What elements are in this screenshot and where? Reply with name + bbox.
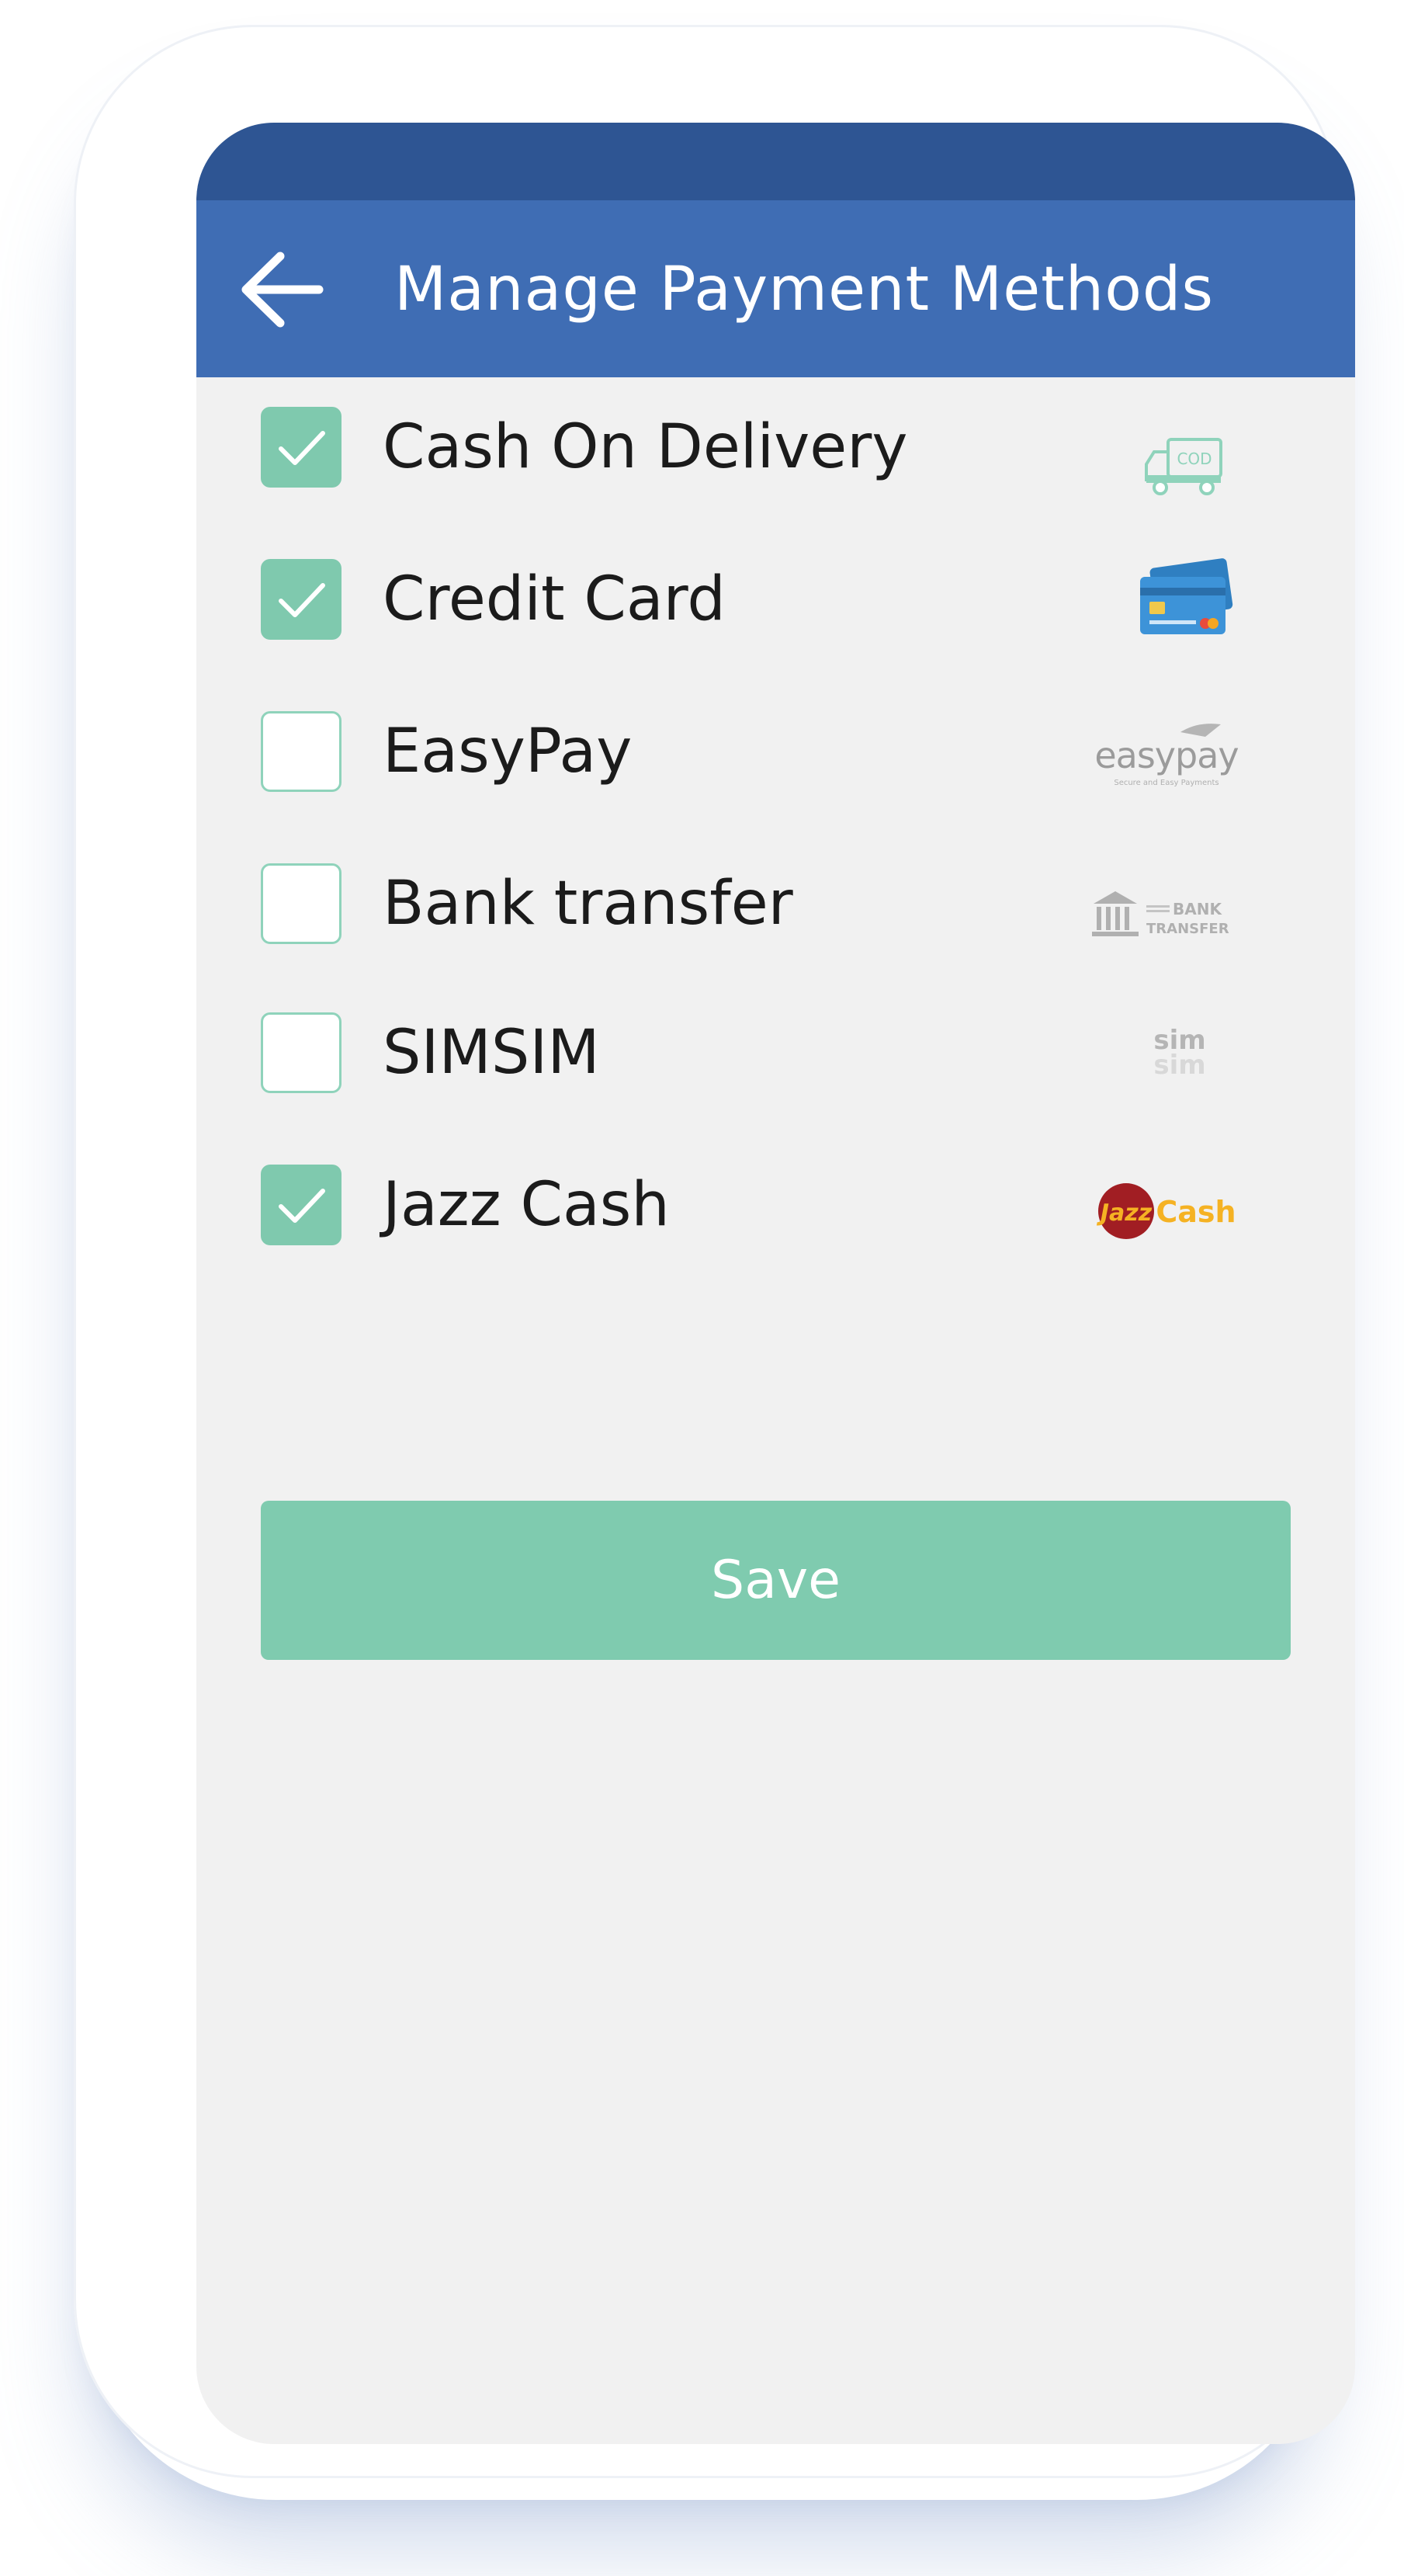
checkbox-easypay[interactable] [261, 711, 341, 792]
save-button[interactable]: Save [261, 1501, 1291, 1660]
checkmark-icon [279, 583, 325, 617]
svg-text:Cash: Cash [1156, 1195, 1236, 1229]
checkbox-simsim[interactable] [261, 1012, 341, 1093]
payment-method-row-credit-card[interactable]: Credit Card [196, 529, 1355, 661]
checkbox-jazz-cash[interactable] [261, 1165, 341, 1245]
easypay-tagline: Secure and Easy Payments [1114, 779, 1219, 787]
back-button[interactable] [235, 247, 328, 332]
payment-method-label: SIMSIM [383, 1018, 600, 1088]
payment-method-row-simsim[interactable]: SIMSIM sim sim [196, 983, 1355, 1115]
bank-text: BANK [1173, 900, 1222, 918]
payment-method-label: Bank transfer [383, 869, 793, 939]
checkbox-bank-transfer[interactable] [261, 863, 341, 944]
checkmark-icon [279, 1189, 325, 1223]
app-bar: Manage Payment Methods [196, 200, 1355, 377]
payment-method-row-jazz-cash[interactable]: Jazz Cash Jazz Cash [196, 1135, 1355, 1267]
payment-method-label: Cash On Delivery [383, 412, 908, 482]
payment-method-label: Credit Card [383, 564, 726, 634]
status-bar [196, 123, 1355, 200]
svg-text:Jazz: Jazz [1097, 1199, 1153, 1227]
simsim-logo: sim sim [1153, 1025, 1205, 1081]
simsim-text-bottom: sim [1153, 1050, 1205, 1081]
checkbox-cash-on-delivery[interactable] [261, 407, 341, 488]
credit-card-icon [1140, 558, 1233, 634]
jazzcash-logo: Jazz Cash [1097, 1183, 1236, 1239]
easypay-logo: easypay Secure and Easy Payments [1094, 724, 1239, 787]
checkmark-icon [279, 431, 325, 465]
payment-method-label: Jazz Cash [383, 1170, 670, 1240]
payment-method-row-bank-transfer[interactable]: Bank transfer BANK TRANSFER [196, 834, 1355, 966]
payment-method-row-cash-on-delivery[interactable]: Cash On Delivery COD [196, 377, 1355, 509]
easypay-wordmark: easypay [1094, 734, 1238, 776]
payment-method-row-easypay[interactable]: EasyPay easypay Secure and Easy Payments [196, 682, 1355, 814]
app-screen: Manage Payment Methods Cash On Delivery … [196, 123, 1355, 2444]
phone-frame: Manage Payment Methods Cash On Delivery … [74, 25, 1355, 2478]
bank-transfer-logo: BANK TRANSFER [1092, 891, 1229, 937]
transfer-text: TRANSFER [1146, 921, 1229, 937]
payment-method-label: EasyPay [383, 717, 633, 786]
cod-text: COD [1177, 450, 1212, 468]
page-title: Manage Payment Methods [394, 255, 1215, 325]
arrow-left-icon [241, 252, 324, 328]
checkbox-credit-card[interactable] [261, 559, 341, 640]
truck-cod-icon: COD [1145, 438, 1222, 495]
